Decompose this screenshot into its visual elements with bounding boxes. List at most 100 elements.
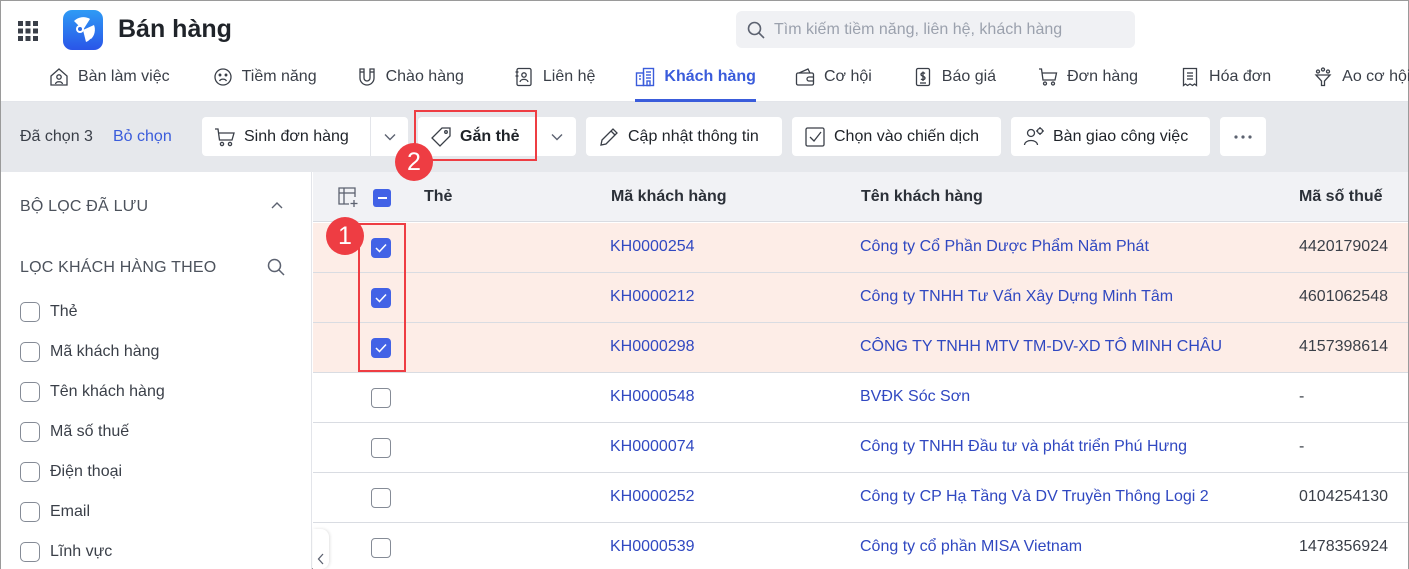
filter-checkbox[interactable] [20,342,40,362]
check-icon [375,243,387,253]
cell-customer-name[interactable]: BVĐK Sóc Sơn [860,388,970,406]
filter-label: Mã số thuế [50,423,130,440]
tag-icon [431,126,451,147]
nav-item-co-hoi[interactable]: Cơ hội [795,56,872,98]
cell-customer-name[interactable]: Công ty cổ phần MISA Vietnam [860,538,1082,556]
row-checkbox[interactable] [371,438,391,458]
cell-customer-code[interactable]: KH0000212 [610,288,695,306]
chevron-down-icon [384,133,395,140]
cell-tax-code: 1478356924 [1299,538,1388,555]
table-row[interactable]: KH0000254 Công ty Cổ Phần Dược Phẩm Năm P… [313,223,1408,273]
table-row[interactable]: KH0000252 Công ty CP Hạ Tầng Và DV Truyền… [313,473,1408,523]
table-row[interactable]: KH0000212 Công ty TNHH Tư Vấn Xây Dựng Mi… [313,273,1408,323]
select-all-checkbox[interactable] [373,189,391,207]
filter-search-button[interactable] [266,257,286,277]
cell-customer-name[interactable]: CÔNG TY TNHH MTV TM-DV-XD TÔ MINH CHÂU [860,338,1222,356]
filter-checkbox[interactable] [20,542,40,562]
nav-item-lien-he[interactable]: Liên hệ [514,56,595,98]
selected-count: Đã chọn 3 [20,128,93,145]
row-checkbox[interactable] [371,388,391,408]
filter-checkbox[interactable] [20,462,40,482]
filter-item-ma-khach-hang[interactable]: Mã khách hàng [20,342,159,362]
apps-grid-icon[interactable] [18,21,38,41]
cell-tax-code: - [1299,388,1305,405]
add-to-campaign-button[interactable]: Chọn vào chiến dịch [792,117,1001,156]
row-checkbox[interactable] [371,538,391,558]
filter-item-the[interactable]: Thẻ [20,302,78,322]
column-settings-button[interactable] [337,186,359,208]
handover-label: Bàn giao công việc [1053,127,1189,145]
cell-customer-code[interactable]: KH0000548 [610,388,695,406]
nav-label: Chào hàng [385,68,464,85]
handover-button[interactable]: Bàn giao công việc [1011,117,1210,156]
nav-item-ban-lam-viec[interactable]: Bàn làm việc [49,56,170,98]
filter-by-heading: LỌC KHÁCH HÀNG THEO [20,259,217,276]
search-icon [267,258,285,276]
cell-customer-name[interactable]: Công ty CP Hạ Tầng Và DV Truyền Thông Lo… [860,488,1209,506]
cell-customer-code[interactable]: KH0000252 [610,488,695,506]
table-row[interactable]: KH0000548 BVĐK Sóc Sơn - [313,373,1408,423]
nav-item-chao-hang[interactable]: Chào hàng [357,56,464,98]
column-header-tag[interactable]: Thẻ [424,188,452,206]
home-icon [50,68,68,86]
cell-customer-code[interactable]: KH0000298 [610,338,695,356]
annotation-badge-2: 2 [395,143,433,181]
dollar-doc-icon [915,67,930,87]
filter-item-ten-khach-hang[interactable]: Tên khách hàng [20,382,165,402]
table-row[interactable]: KH0000298 CÔNG TY TNHH MTV TM-DV-XD TÔ MI… [313,323,1408,373]
bulk-action-bar: Đã chọn 3 Bỏ chọn Sinh đơn hàng Gắn thẻ … [1,102,1408,172]
column-header-name[interactable]: Tên khách hàng [861,188,983,206]
nav-item-ao-co-hoi[interactable]: Ao cơ hội [1313,56,1409,98]
collapse-sidebar-button[interactable] [313,529,329,569]
column-header-code[interactable]: Mã khách hàng [611,188,727,206]
cell-customer-name[interactable]: Công ty TNHH Tư Vấn Xây Dựng Minh Tâm [860,288,1173,306]
row-checkbox[interactable] [371,488,391,508]
filter-checkbox[interactable] [20,422,40,442]
chevron-up-icon [271,202,283,209]
filter-label: Thẻ [50,303,78,320]
tag-label: Gắn thẻ [460,127,520,145]
search-input[interactable] [774,20,1114,39]
cell-customer-code[interactable]: KH0000254 [610,238,695,256]
cell-customer-name[interactable]: Công ty Cổ Phần Dược Phẩm Năm Phát [860,238,1149,256]
nav-item-bao-gia[interactable]: Báo giá [913,56,996,98]
cell-customer-code[interactable]: KH0000074 [610,438,695,456]
nav-label: Bàn làm việc [78,68,170,85]
nav-item-don-hang[interactable]: Đơn hàng [1038,56,1138,98]
filter-item-email[interactable]: Email [20,502,90,522]
filter-item-linh-vuc[interactable]: Lĩnh vực [20,542,112,562]
nav-item-khach-hang[interactable]: Khách hàng [635,56,756,102]
filter-label: Email [50,503,91,520]
cell-tax-code: 4157398614 [1299,338,1388,355]
nav-item-hoa-don[interactable]: Hóa đơn [1180,56,1271,98]
filter-checkbox[interactable] [20,302,40,322]
filter-item-dien-thoai[interactable]: Điện thoại [20,462,122,482]
row-checkbox[interactable] [371,238,391,258]
table-row[interactable]: KH0000539 Công ty cổ phần MISA Vietnam 147… [313,523,1408,569]
cell-customer-name[interactable]: Công ty TNHH Đầu tư và phát triển Phú Hư… [860,438,1187,456]
filter-checkbox[interactable] [20,382,40,402]
global-search[interactable] [736,11,1135,48]
tag-button[interactable]: Gắn thẻ [418,117,538,156]
table-row[interactable]: KH0000074 Công ty TNHH Đầu tư và phát tri… [313,423,1408,473]
nav-label: Đơn hàng [1067,68,1139,85]
cell-tax-code: 0104254130 [1299,488,1388,505]
more-actions-button[interactable] [1220,117,1266,156]
app-logo[interactable] [63,10,103,50]
nav-item-tiem-nang[interactable]: Tiềm năng [213,56,317,98]
row-checkbox[interactable] [371,288,391,308]
update-info-button[interactable]: Cập nhật thông tin [586,117,782,156]
cell-customer-code[interactable]: KH0000539 [610,538,695,556]
filter-checkbox[interactable] [20,502,40,522]
create-order-button-group: Sinh đơn hàng [202,117,408,156]
nav-label: Hóa đơn [1209,68,1272,85]
deselect-link[interactable]: Bỏ chọn [113,128,172,146]
collapse-saved-filters-button[interactable] [267,196,287,216]
column-header-tax[interactable]: Mã số thuế [1299,188,1383,206]
filter-item-ma-so-thue[interactable]: Mã số thuế [20,422,129,442]
row-checkbox[interactable] [371,338,391,358]
update-info-label: Cập nhật thông tin [628,127,759,145]
create-order-button[interactable]: Sinh đơn hàng [202,117,370,156]
filter-label: Tên khách hàng [50,383,165,400]
tag-dropdown[interactable] [538,117,576,156]
